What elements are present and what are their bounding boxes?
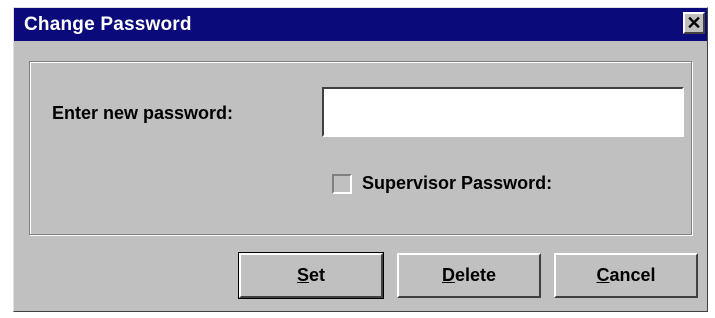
dialog-title: Change Password	[24, 14, 192, 35]
supervisor-checkbox[interactable]	[332, 174, 352, 194]
password-label: Enter new password:	[52, 103, 234, 123]
delete-button[interactable]: Delete	[397, 253, 541, 298]
close-button[interactable]: ✕	[683, 12, 705, 34]
set-button-mnemonic: S	[296, 265, 309, 285]
title-bar[interactable]: Change Password ✕	[14, 8, 707, 41]
change-password-dialog: Change Password ✕ Enter new password: Su…	[13, 7, 708, 312]
set-button-label: et	[309, 265, 326, 285]
cancel-button-mnemonic: C	[596, 265, 610, 285]
supervisor-checkbox-label[interactable]: Supervisor Password:	[362, 173, 552, 194]
cancel-button[interactable]: Cancel	[554, 253, 698, 298]
delete-button-label: elete	[454, 265, 497, 285]
cancel-button-label: ancel	[609, 265, 656, 285]
delete-button-mnemonic: D	[441, 265, 455, 285]
password-input[interactable]	[322, 87, 684, 137]
close-icon: ✕	[686, 13, 702, 33]
set-button[interactable]: Set	[238, 252, 384, 299]
